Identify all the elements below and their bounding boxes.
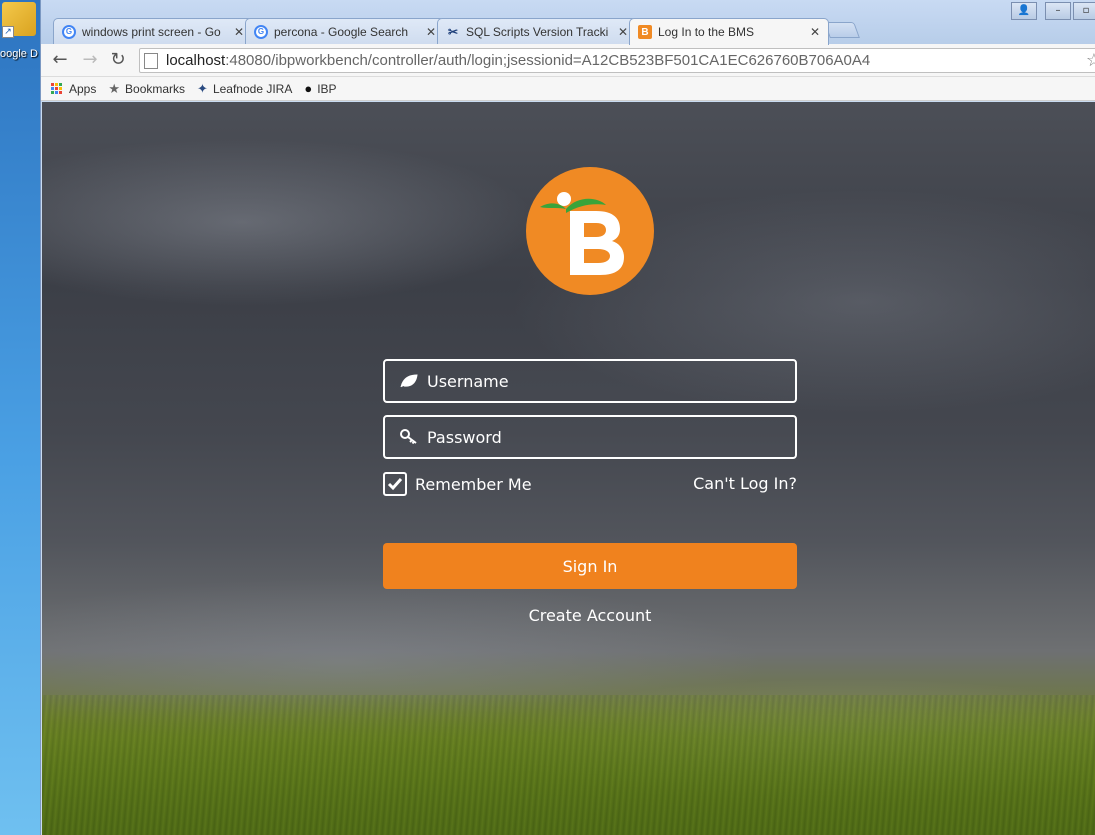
desktop-icon-label[interactable]: oogle D (0, 48, 38, 60)
remember-checkbox[interactable] (383, 472, 407, 496)
apps-grid-icon (51, 82, 63, 95)
cant-login-link[interactable]: Can't Log In? (682, 474, 797, 493)
page-viewport: Remember Me Can't Log In? Sign In Create… (42, 102, 1095, 835)
google-icon: G (254, 24, 268, 39)
bms-icon: B (638, 25, 652, 39)
remember-me[interactable]: Remember Me (383, 472, 532, 496)
address-bar[interactable]: localhost :48080/ibpworkbench/controller… (139, 48, 1095, 73)
username-field[interactable] (383, 359, 797, 403)
sql-scripts-icon: ✂ (447, 24, 459, 39)
desktop-strip: ↗ oogle D (0, 0, 42, 835)
bookmark-apps[interactable]: Apps (51, 82, 96, 96)
jira-icon: ✦ (197, 80, 208, 96)
bookmarks-bar: Apps ★ Bookmarks ✦ Leafnode JIRA ● IBP (41, 77, 1095, 101)
bookmark-bookmarks[interactable]: ★ Bookmarks (108, 81, 185, 97)
password-input[interactable] (427, 427, 795, 447)
leaf-icon (399, 371, 419, 391)
minimize-button[interactable]: – (1045, 2, 1071, 20)
window-controls: 👤 – ▫ (1009, 2, 1095, 20)
close-icon[interactable]: ✕ (806, 25, 824, 39)
key-icon (399, 427, 419, 447)
back-button[interactable]: ← (49, 49, 71, 71)
tab-bms-login[interactable]: B Log In to the BMS ✕ (629, 18, 829, 45)
username-input[interactable] (427, 371, 795, 391)
browser-window: G windows print screen - Go ✕ G percona … (40, 0, 1095, 835)
password-field[interactable] (383, 415, 797, 459)
bookmark-label: IBP (317, 81, 337, 96)
sign-in-button[interactable]: Sign In (383, 543, 797, 589)
star-icon: ★ (108, 80, 121, 96)
bookmark-leafnode-jira[interactable]: ✦ Leafnode JIRA (197, 81, 292, 97)
url-path: :48080/ibpworkbench/controller/auth/logi… (225, 52, 871, 69)
reload-button[interactable]: ↻ (107, 49, 129, 71)
checkmark-icon (387, 478, 403, 491)
bookmark-ibp[interactable]: ● IBP (304, 81, 336, 96)
tab-title: SQL Scripts Version Tracki (466, 24, 609, 39)
tab-title: percona - Google Search (274, 24, 409, 39)
bms-logo-mark (540, 192, 624, 275)
tab-title: windows print screen - Go (82, 24, 221, 39)
bookmark-label: Leafnode JIRA (212, 81, 293, 96)
create-account-link[interactable]: Create Account (383, 606, 797, 625)
url-host: localhost (166, 52, 226, 69)
google-icon: G (62, 24, 76, 39)
new-tab-button[interactable] (824, 22, 860, 38)
remember-label: Remember Me (415, 474, 532, 494)
user-icon[interactable]: 👤 (1011, 2, 1037, 20)
browser-toolbar: ← → ↻ localhost :48080/ibpworkbench/cont… (41, 44, 1095, 77)
bms-logo (526, 167, 654, 295)
tab-percona[interactable]: G percona - Google Search ✕ (245, 18, 445, 44)
github-icon: ● (304, 81, 313, 96)
bookmark-label: Bookmarks (125, 81, 186, 96)
shortcut-arrow-icon: ↗ (2, 26, 14, 38)
star-icon[interactable]: ☆ (1086, 50, 1095, 71)
forward-button[interactable]: → (79, 49, 101, 71)
bookmark-label: Apps (69, 81, 97, 96)
tab-windows-print-screen[interactable]: G windows print screen - Go ✕ (53, 18, 253, 44)
tab-strip: G windows print screen - Go ✕ G percona … (41, 0, 1095, 45)
maximize-button[interactable]: ▫ (1073, 2, 1095, 20)
background-grass (42, 695, 1095, 835)
tab-sql-scripts[interactable]: ✂ SQL Scripts Version Tracki ✕ (437, 18, 637, 44)
tab-title: Log In to the BMS (658, 25, 755, 39)
page-icon (144, 52, 158, 69)
